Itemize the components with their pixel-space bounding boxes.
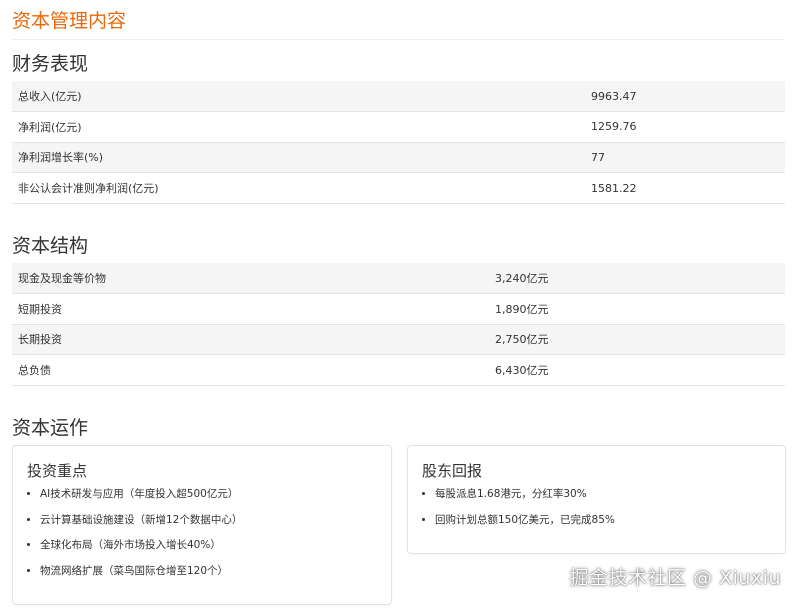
title-divider (12, 39, 785, 40)
table-row: 总负债 6,430亿元 (12, 354, 785, 386)
structure-table: 现金及现金等价物 3,240亿元 短期投资 1,890亿元 长期投资 2,750… (12, 263, 785, 386)
section-title-structure: 资本结构 (12, 235, 89, 257)
row-value: 2,750亿元 (489, 324, 785, 356)
row-label: 总收入(亿元) (12, 81, 585, 113)
row-value: 1581.22 (585, 172, 785, 204)
table-row: 净利润(亿元) 1259.76 (12, 111, 785, 143)
table-row: 长期投资 2,750亿元 (12, 324, 785, 356)
row-value: 77 (585, 142, 785, 174)
list-item: 全球化布局（海外市场投入增长40%） (40, 533, 242, 559)
row-label: 净利润增长率(%) (12, 142, 585, 174)
table-row: 总收入(亿元) 9963.47 (12, 81, 785, 113)
row-label: 总负债 (12, 354, 489, 386)
row-value: 3,240亿元 (489, 263, 785, 295)
row-value: 1,890亿元 (489, 293, 785, 325)
watermark: 掘金技术社区 @ Xiuxiu (569, 567, 781, 589)
row-label: 现金及现金等价物 (12, 263, 489, 295)
row-value: 9963.47 (585, 81, 785, 113)
row-label: 非公认会计准则净利润(亿元) (12, 172, 585, 204)
row-label: 长期投资 (12, 324, 489, 356)
investment-focus-card: 投资重点 AI技术研发与应用（年度投入超500亿元） 云计算基础设施建设（新增1… (12, 445, 392, 605)
shareholder-returns-card: 股东回报 每股派息1.68港元，分红率30% 回购计划总额150亿美元，已完成8… (407, 445, 786, 554)
financial-table: 总收入(亿元) 9963.47 净利润(亿元) 1259.76 净利润增长率(%… (12, 81, 785, 204)
row-value: 6,430亿元 (489, 354, 785, 386)
returns-list: 每股派息1.68港元，分红率30% 回购计划总额150亿美元，已完成85% (422, 482, 615, 533)
section-title-financial: 财务表现 (12, 53, 89, 75)
table-row: 短期投资 1,890亿元 (12, 293, 785, 325)
list-item: 云计算基础设施建设（新增12个数据中心） (40, 508, 242, 534)
section-title-operation: 资本运作 (12, 417, 89, 439)
list-item: 每股派息1.68港元，分红率30% (435, 482, 615, 508)
row-label: 净利润(亿元) (12, 111, 585, 143)
list-item: 物流网络扩展（菜鸟国际仓增至120个） (40, 559, 242, 585)
page-title: 资本管理内容 (12, 10, 127, 32)
table-row: 非公认会计准则净利润(亿元) 1581.22 (12, 172, 785, 204)
table-row: 现金及现金等价物 3,240亿元 (12, 263, 785, 295)
card-title: 股东回报 (422, 462, 483, 480)
row-value: 1259.76 (585, 111, 785, 143)
row-label: 短期投资 (12, 293, 489, 325)
card-title: 投资重点 (27, 462, 88, 480)
list-item: AI技术研发与应用（年度投入超500亿元） (40, 482, 242, 508)
list-item: 回购计划总额150亿美元，已完成85% (435, 508, 615, 534)
investment-list: AI技术研发与应用（年度投入超500亿元） 云计算基础设施建设（新增12个数据中… (27, 482, 242, 584)
table-row: 净利润增长率(%) 77 (12, 142, 785, 174)
